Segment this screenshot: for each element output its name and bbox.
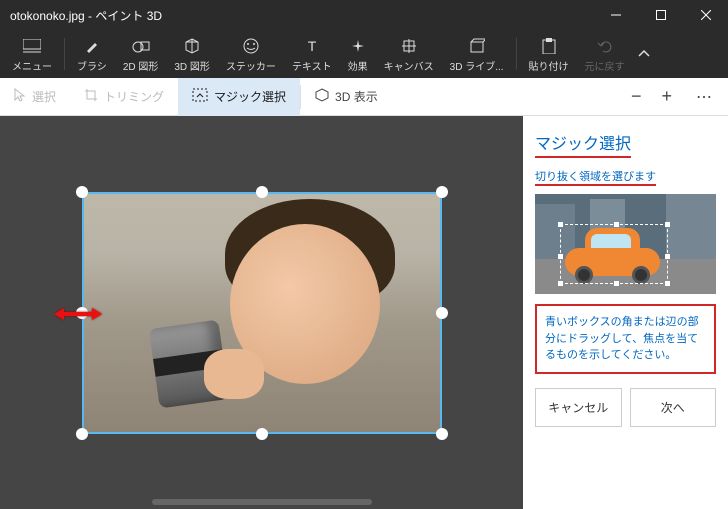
- stickers-label: ステッカー: [226, 58, 276, 73]
- more-button[interactable]: ⋯: [682, 87, 728, 107]
- selection-box[interactable]: [82, 192, 442, 434]
- text-label: テキスト: [292, 58, 332, 73]
- secondary-toolbar: 選択 トリミング マジック選択 3D 表示 − + ⋯: [0, 78, 728, 116]
- canvas-area[interactable]: [0, 116, 523, 509]
- zoom-in-button[interactable]: +: [651, 78, 682, 116]
- canvas-icon: [401, 36, 417, 56]
- shapes2d-button[interactable]: 2D 図形: [115, 30, 167, 78]
- brush-label: ブラシ: [77, 58, 107, 73]
- shapes2d-label: 2D 図形: [123, 58, 159, 73]
- text-button[interactable]: T テキスト: [284, 30, 340, 78]
- zoom-out-button[interactable]: −: [621, 78, 652, 116]
- window-title: otokonoko.jpg - ペイント 3D: [0, 7, 593, 24]
- resize-handle-top-middle[interactable]: [256, 186, 268, 198]
- photo-content: [204, 349, 264, 399]
- menu-icon: [23, 36, 41, 56]
- cursor-icon: [14, 88, 26, 105]
- preview-selection: [560, 224, 668, 284]
- minimize-button[interactable]: [593, 0, 638, 30]
- close-button[interactable]: [683, 0, 728, 30]
- shapes3d-button[interactable]: 3D 図形: [166, 30, 218, 78]
- instruction-text: 青いボックスの角または辺の部分にドラッグして、焦点を当てるものを示してください。: [535, 304, 716, 374]
- crop-tool-button[interactable]: トリミング: [70, 78, 178, 116]
- paste-icon: [542, 36, 556, 56]
- undo-icon: [597, 36, 613, 56]
- effects-icon: [350, 36, 366, 56]
- brush-button[interactable]: ブラシ: [69, 30, 115, 78]
- panel-subtitle: 切り抜く領域を選びます: [535, 168, 656, 186]
- select-tool-button[interactable]: 選択: [0, 78, 70, 116]
- ribbon-expand-button[interactable]: [633, 30, 655, 78]
- paste-button[interactable]: 貼り付け: [521, 30, 577, 78]
- resize-handle-bottom-right[interactable]: [436, 428, 448, 440]
- title-bar: otokonoko.jpg - ペイント 3D: [0, 0, 728, 30]
- shapes2d-icon: [132, 36, 150, 56]
- effects-button[interactable]: 効果: [340, 30, 376, 78]
- menu-label: メニュー: [12, 58, 52, 73]
- 3d-view-icon: [315, 88, 329, 105]
- horizontal-scrollbar[interactable]: [152, 499, 372, 505]
- 3d-view-label: 3D 表示: [335, 88, 378, 105]
- canvas-label: キャンバス: [384, 58, 434, 73]
- text-icon: T: [305, 36, 319, 56]
- shapes3d-icon: [184, 36, 200, 56]
- undo-button[interactable]: 元に戻す: [577, 30, 633, 78]
- crop-icon: [84, 88, 98, 105]
- resize-handle-bottom-left[interactable]: [76, 428, 88, 440]
- stickers-button[interactable]: ステッカー: [218, 30, 284, 78]
- crop-label: トリミング: [104, 88, 164, 105]
- side-panel: マジック選択 切り抜く領域を選びます 青いボックスの角または辺の部分にドラッグし…: [523, 116, 728, 509]
- svg-text:T: T: [308, 39, 317, 53]
- magic-select-button[interactable]: マジック選択: [178, 78, 300, 116]
- resize-handle-top-left[interactable]: [76, 186, 88, 198]
- effects-label: 効果: [348, 58, 368, 73]
- undo-label: 元に戻す: [585, 58, 625, 73]
- 3d-view-button[interactable]: 3D 表示: [301, 78, 392, 116]
- canvas-button[interactable]: キャンバス: [376, 30, 442, 78]
- maximize-button[interactable]: [638, 0, 683, 30]
- cancel-button[interactable]: キャンセル: [535, 388, 622, 427]
- drag-arrow-annotation: [54, 307, 102, 326]
- brush-icon: [84, 36, 100, 56]
- resize-handle-top-right[interactable]: [436, 186, 448, 198]
- content-area: マジック選択 切り抜く領域を選びます 青いボックスの角または辺の部分にドラッグし…: [0, 116, 728, 509]
- 3d-library-label: 3D ライブ...: [450, 58, 504, 73]
- magic-select-label: マジック選択: [214, 88, 286, 105]
- next-button[interactable]: 次へ: [630, 388, 717, 427]
- preview-illustration: [535, 194, 716, 294]
- magic-select-icon: [192, 88, 208, 105]
- select-label: 選択: [32, 88, 56, 105]
- resize-handle-middle-right[interactable]: [436, 307, 448, 319]
- separator: [516, 38, 517, 70]
- stickers-icon: [243, 36, 259, 56]
- 3d-library-icon: [469, 36, 485, 56]
- resize-handle-bottom-middle[interactable]: [256, 428, 268, 440]
- menu-button[interactable]: メニュー: [4, 30, 60, 78]
- ribbon-toolbar: メニュー ブラシ 2D 図形 3D 図形 ステッカー T テキスト 効果 キャン…: [0, 30, 728, 78]
- separator: [64, 38, 65, 70]
- 3d-library-button[interactable]: 3D ライブ...: [442, 30, 512, 78]
- shapes3d-label: 3D 図形: [174, 58, 210, 73]
- panel-title: マジック選択: [535, 130, 631, 158]
- paste-label: 貼り付け: [529, 58, 569, 73]
